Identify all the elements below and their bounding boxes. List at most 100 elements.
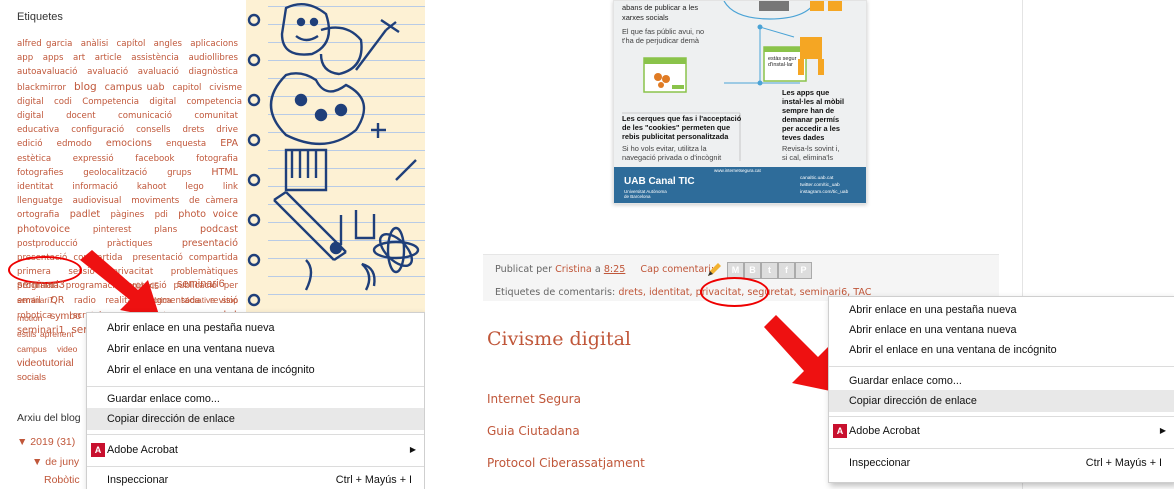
link-guia-ciutadana[interactable]: Guia Ciutadana <box>487 424 580 438</box>
tag-link[interactable]: blackmirror <box>17 83 66 93</box>
tag-link[interactable]: anàlisi <box>81 39 109 49</box>
tag-link[interactable]: comunitat <box>194 111 238 121</box>
menu-save-link-as[interactable]: Guardar enlace como... <box>87 388 424 410</box>
tag-seminari3[interactable]: seminari3 <box>17 279 65 291</box>
tag-aprenent[interactable]: aprenent <box>40 329 74 339</box>
tag-link[interactable]: ortografia <box>17 210 59 220</box>
tag-link[interactable]: consells <box>136 125 170 135</box>
menu-open-new-tab[interactable]: Abrir enlace en una pestaña nueva <box>829 299 1174 321</box>
author-link[interactable]: Cristina <box>555 264 592 275</box>
tag-link[interactable]: audiollibres <box>188 53 238 63</box>
tag-video[interactable]: video <box>57 344 77 354</box>
archive-month[interactable]: ▼ de juny <box>32 456 79 468</box>
menu-inspect[interactable]: Inspeccionar Ctrl + Mayús + I <box>87 469 424 489</box>
facebook-share-icon[interactable]: f <box>778 262 795 279</box>
tag-link[interactable]: pinterest <box>93 225 131 235</box>
tag-link[interactable]: aplicacions <box>190 39 238 49</box>
label-link-drets[interactable]: drets, <box>618 287 646 298</box>
menu-copy-link-address[interactable]: Copiar dirección de enlace <box>87 408 424 430</box>
menu-adobe-acrobat[interactable]: A Adobe Acrobat ▶ <box>87 439 424 461</box>
tag-motion[interactable]: motion <box>17 313 43 323</box>
tag-link[interactable]: apps <box>43 53 64 63</box>
menu-open-new-tab[interactable]: Abrir enlace en una pestaña nueva <box>87 317 424 339</box>
tag-link[interactable]: fotografia <box>196 154 238 164</box>
tag-socials[interactable]: socials <box>17 372 46 383</box>
tag-link[interactable]: estètica <box>17 154 51 164</box>
tag-link[interactable]: link <box>223 182 238 192</box>
tag-link[interactable]: comunicació <box>118 111 172 121</box>
tag-link[interactable]: configuració <box>71 125 124 135</box>
tag-link[interactable]: docent <box>66 111 96 121</box>
tag-link[interactable]: per <box>224 281 238 291</box>
tag-link[interactable]: blog <box>74 81 97 93</box>
tag-link[interactable]: capítol <box>117 39 146 49</box>
tag-link[interactable]: edmodo <box>57 139 92 149</box>
tag-link[interactable]: plans <box>154 225 177 235</box>
tag-link[interactable]: codi <box>54 97 72 107</box>
tag-link[interactable]: padlet <box>70 209 100 220</box>
tag-link[interactable]: kahoot <box>137 182 166 192</box>
tag-link[interactable]: EPA <box>220 138 238 149</box>
tag-link[interactable]: photovoice <box>17 224 70 235</box>
tag-link[interactable]: grups <box>167 168 191 178</box>
menu-open-new-window[interactable]: Abrir enlace en una ventana nueva <box>87 338 424 360</box>
tag-link[interactable]: presentació <box>182 238 238 249</box>
tag-link[interactable]: drets <box>182 125 204 135</box>
tag-link[interactable]: pàgines <box>110 210 144 220</box>
tag-link[interactable]: emocions <box>106 138 152 149</box>
tag-link[interactable]: podcast <box>200 224 238 235</box>
tag-link[interactable]: enquesta <box>166 139 206 149</box>
menu-inspect[interactable]: Inspeccionar Ctrl + Mayús + I <box>829 452 1174 474</box>
tag-link[interactable]: digital <box>149 97 176 107</box>
twitter-share-icon[interactable]: t <box>761 262 778 279</box>
tag-link[interactable]: facebook <box>135 154 174 164</box>
tag-link[interactable]: educativa <box>17 125 59 135</box>
menu-copy-link-address[interactable]: Copiar dirección de enlace <box>829 390 1174 412</box>
tag-link[interactable]: expressió <box>73 154 114 164</box>
tag-link[interactable]: HTML <box>211 167 238 178</box>
archive-post[interactable]: Robòtic <box>44 474 80 486</box>
tag-link[interactable]: lego <box>185 182 203 192</box>
tag-link[interactable]: moviments <box>131 196 179 206</box>
tag-link[interactable]: pdi <box>155 210 168 220</box>
edit-pencil-icon[interactable] <box>706 262 722 278</box>
menu-save-link-as[interactable]: Guardar enlace como... <box>829 370 1174 392</box>
tag-link[interactable]: autoavaluació <box>17 67 77 77</box>
tag-link[interactable]: drive <box>216 125 238 135</box>
menu-open-incognito[interactable]: Abrir el enlace en una ventana de incógn… <box>829 339 1174 361</box>
tag-link[interactable]: assistència <box>131 53 179 63</box>
tag-link[interactable]: diagnòstica <box>189 67 239 77</box>
tag-link[interactable]: postproducció <box>17 239 78 249</box>
tag-link[interactable]: geolocalització <box>83 168 147 178</box>
tag-link[interactable]: de càmera <box>189 196 238 206</box>
comments-link[interactable]: Cap comentari: <box>640 264 714 275</box>
tag-link[interactable]: edició <box>17 139 43 149</box>
tag-videotutorial[interactable]: videotutorial <box>17 357 74 369</box>
tag-link[interactable]: fotografies <box>17 168 63 178</box>
link-protocol-ciberassatjament[interactable]: Protocol Ciberassatjament <box>487 456 645 470</box>
menu-adobe-acrobat[interactable]: A Adobe Acrobat ▶ <box>829 420 1174 442</box>
menu-open-incognito[interactable]: Abrir el enlace en una ventana de incógn… <box>87 359 424 381</box>
tag-link[interactable]: app <box>17 53 33 63</box>
tag-link[interactable]: Competencia <box>82 97 139 107</box>
blogger-share-icon[interactable]: B <box>744 262 761 279</box>
tag-link[interactable]: alfred garcia <box>17 39 72 49</box>
archive-year[interactable]: ▼ 2019 (31) <box>17 436 75 448</box>
tag-estils[interactable]: estils <box>17 329 36 339</box>
tag-link[interactable]: campus uab <box>105 82 165 93</box>
tag-link[interactable]: angles <box>154 39 182 49</box>
tag-link[interactable]: photo voice <box>178 209 238 220</box>
menu-open-new-window[interactable]: Abrir enlace en una ventana nueva <box>829 319 1174 341</box>
tag-stop[interactable]: stop <box>222 295 238 305</box>
tag-link[interactable]: identitat <box>17 182 53 192</box>
tag-campus[interactable]: campus <box>17 344 47 354</box>
time-link[interactable]: 8:25 <box>604 264 626 275</box>
tag-link[interactable]: art <box>73 53 85 63</box>
tag-link[interactable]: informació <box>72 182 118 192</box>
tag-link[interactable]: capitol <box>172 83 201 93</box>
tag-link[interactable]: avaluació <box>138 67 179 77</box>
tag-seminari7[interactable]: seminari7 <box>17 295 54 305</box>
tag-link[interactable]: problemàtiques <box>171 267 238 277</box>
label-link-identitat[interactable]: identitat, <box>649 287 693 298</box>
link-internet-segura[interactable]: Internet Segura <box>487 392 581 406</box>
